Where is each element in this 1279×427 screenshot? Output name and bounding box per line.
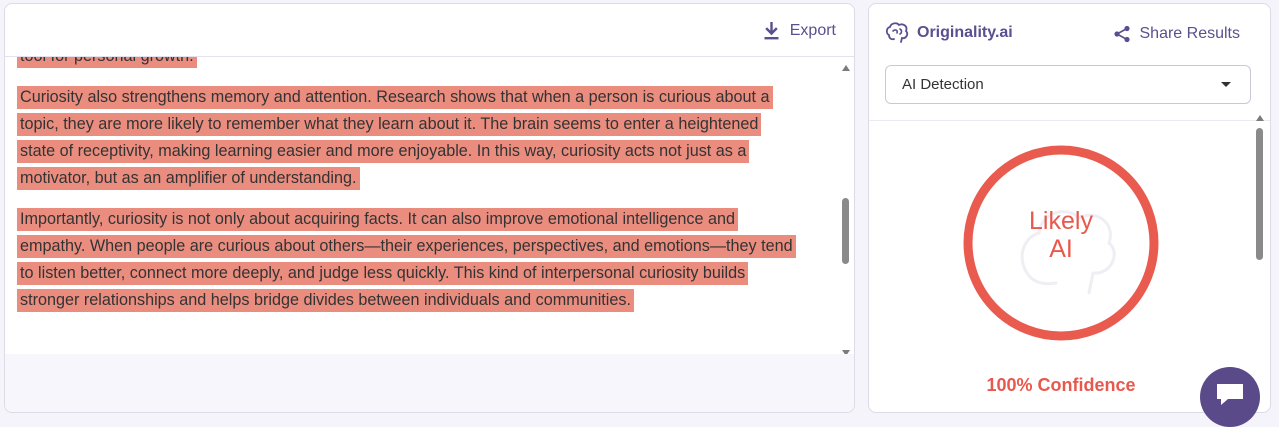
detection-mode-value: AI Detection: [902, 76, 984, 93]
verdict-label: Likely AI: [961, 207, 1161, 263]
verdict-line-1: Likely: [1029, 207, 1093, 235]
confidence-score: 100% Confidence: [986, 375, 1136, 395]
results-panel: Originality.ai Share Results AI Detectio…: [868, 3, 1271, 413]
brand: Originality.ai: [885, 20, 1013, 46]
share-results-label: Share Results: [1139, 25, 1241, 42]
results-scrollbar[interactable]: [1254, 112, 1266, 412]
editor-toolbar: Export: [5, 4, 854, 57]
export-button[interactable]: Export: [763, 18, 836, 44]
verdict-line-2: AI: [1049, 235, 1073, 263]
paragraph: tool for personal growth.: [17, 57, 797, 70]
divider: [869, 120, 1270, 121]
ai-score-gauge: Likely AI: [961, 143, 1161, 343]
highlighted-text: tool for personal growth.: [17, 57, 197, 68]
brand-name: Originality.ai: [917, 24, 1013, 41]
detection-mode-select[interactable]: AI Detection: [885, 65, 1251, 104]
export-label: Export: [789, 22, 836, 39]
paragraph: Importantly, curiosity is not only about…: [17, 206, 797, 314]
paragraph: Curiosity also strengthens memory and at…: [17, 84, 797, 192]
editor-footer-area: [5, 354, 854, 412]
chat-support-button[interactable]: [1200, 367, 1260, 427]
download-icon: [764, 22, 779, 40]
editor-scrollbar[interactable]: [840, 60, 852, 356]
scrollbar-thumb[interactable]: [1256, 128, 1263, 260]
brain-icon: [885, 22, 909, 43]
document-text-area[interactable]: tool for personal growth. Curiosity also…: [5, 57, 840, 354]
share-results-button[interactable]: Share Results: [1113, 22, 1241, 46]
share-icon: [1113, 25, 1130, 43]
highlighted-text: Curiosity also strengthens memory and at…: [17, 86, 773, 190]
scrollbar-thumb[interactable]: [842, 198, 849, 264]
editor-panel: Export tool for personal growth. Curiosi…: [4, 3, 855, 413]
scroll-up-arrow-icon[interactable]: [1256, 115, 1264, 121]
highlighted-text: Importantly, curiosity is not only about…: [17, 208, 796, 312]
chat-icon: [1217, 384, 1243, 405]
chevron-down-icon: [1221, 82, 1231, 87]
scroll-up-arrow-icon[interactable]: [842, 65, 850, 71]
